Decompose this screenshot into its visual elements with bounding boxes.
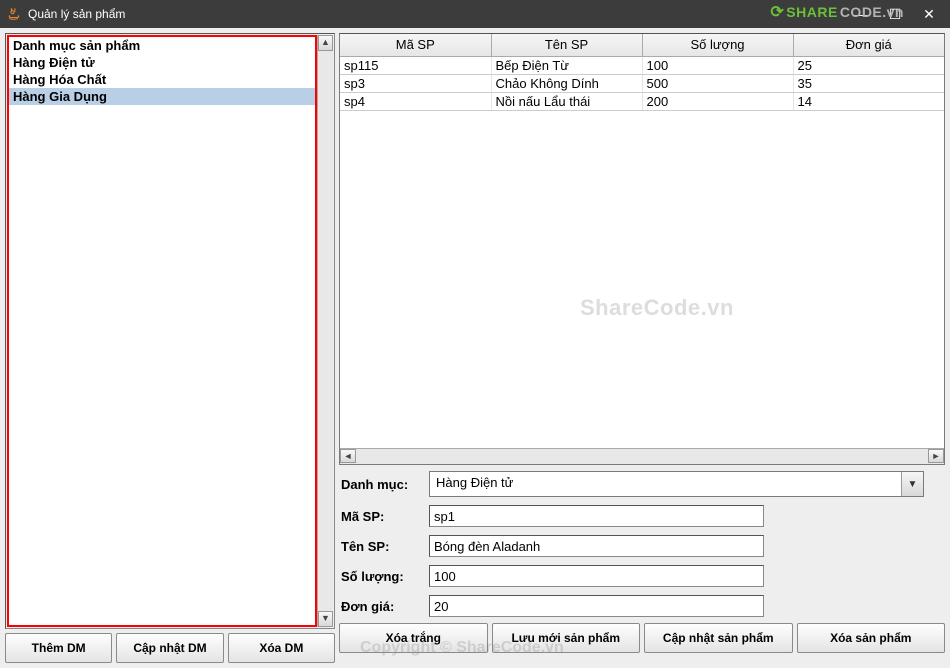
category-scrollbar[interactable]: ▲ ▼ [317, 35, 333, 627]
left-panel: Danh mục sản phẩmHàng Điện tửHàng Hóa Ch… [5, 33, 335, 663]
save-new-product-button[interactable]: Lưu mới sản phẩm [492, 623, 641, 653]
category-combo[interactable]: Hàng Điện tử ▼ [429, 471, 924, 497]
category-list-wrap: Danh mục sản phẩmHàng Điện tửHàng Hóa Ch… [5, 33, 335, 629]
category-item[interactable]: Hàng Hóa Chất [9, 71, 315, 88]
category-buttons: Thêm DM Cập nhật DM Xóa DM [5, 633, 335, 663]
maximize-button[interactable]: ☐ [888, 7, 902, 21]
window-title: Quản lý sản phẩm [28, 7, 854, 21]
table-cell: 14 [793, 92, 944, 110]
category-item[interactable]: Hàng Gia Dụng [9, 88, 315, 105]
scroll-up-icon[interactable]: ▲ [318, 35, 333, 51]
delete-category-button[interactable]: Xóa DM [228, 633, 335, 663]
table-horizontal-scrollbar[interactable]: ◄ ► [340, 448, 944, 464]
name-input[interactable] [429, 535, 764, 557]
right-panel: Mã SPTên SPSố lượngĐơn giá sp115Bếp Điện… [339, 33, 945, 663]
product-table[interactable]: Mã SPTên SPSố lượngĐơn giá sp115Bếp Điện… [340, 34, 944, 111]
table-cell: sp3 [340, 74, 491, 92]
update-category-button[interactable]: Cập nhật DM [116, 633, 223, 663]
titlebar: Quản lý sản phẩm — ☐ ✕ [0, 0, 950, 28]
category-combo-value: Hàng Điện tử [430, 472, 901, 496]
product-form: Danh mục: Hàng Điện tử ▼ Mã SP: Tên SP: … [339, 469, 945, 617]
table-cell: 500 [642, 74, 793, 92]
category-item[interactable]: Hàng Điện tử [9, 54, 315, 71]
table-cell: sp115 [340, 56, 491, 74]
minimize-button[interactable]: — [854, 7, 868, 21]
price-label: Đơn giá: [341, 599, 421, 614]
table-cell: Bếp Điện Từ [491, 56, 642, 74]
category-list[interactable]: Danh mục sản phẩmHàng Điện tửHàng Hóa Ch… [7, 35, 317, 627]
table-row[interactable]: sp115Bếp Điện Từ10025 [340, 56, 944, 74]
product-table-area: Mã SPTên SPSố lượngĐơn giá sp115Bếp Điện… [339, 33, 945, 465]
table-header-cell[interactable]: Mã SP [340, 34, 491, 56]
close-button[interactable]: ✕ [922, 7, 936, 21]
scroll-left-icon[interactable]: ◄ [340, 449, 356, 463]
name-label: Tên SP: [341, 539, 421, 554]
product-buttons: Xóa trắng Lưu mới sản phẩm Cập nhật sản … [339, 623, 945, 653]
window-controls: — ☐ ✕ [854, 7, 944, 21]
table-header-cell[interactable]: Tên SP [491, 34, 642, 56]
code-input[interactable] [429, 505, 764, 527]
table-cell: Chảo Không Dính [491, 74, 642, 92]
table-row[interactable]: sp3Chảo Không Dính50035 [340, 74, 944, 92]
table-cell: 35 [793, 74, 944, 92]
table-header-cell[interactable]: Đơn giá [793, 34, 944, 56]
table-cell: Nồi nấu Lẩu thái [491, 92, 642, 110]
category-item[interactable]: Danh mục sản phẩm [9, 37, 315, 54]
update-product-button[interactable]: Cập nhật sản phẩm [644, 623, 793, 653]
java-icon [6, 6, 22, 22]
table-cell: sp4 [340, 92, 491, 110]
clear-button[interactable]: Xóa trắng [339, 623, 488, 653]
add-category-button[interactable]: Thêm DM [5, 633, 112, 663]
table-cell: 25 [793, 56, 944, 74]
qty-input[interactable] [429, 565, 764, 587]
price-input[interactable] [429, 595, 764, 617]
scroll-down-icon[interactable]: ▼ [318, 611, 333, 627]
chevron-down-icon[interactable]: ▼ [901, 472, 923, 496]
category-label: Danh mục: [341, 477, 421, 492]
table-cell: 200 [642, 92, 793, 110]
code-label: Mã SP: [341, 509, 421, 524]
scroll-right-icon[interactable]: ► [928, 449, 944, 463]
qty-label: Số lượng: [341, 569, 421, 584]
delete-product-button[interactable]: Xóa sản phẩm [797, 623, 946, 653]
table-cell: 100 [642, 56, 793, 74]
table-row[interactable]: sp4Nồi nấu Lẩu thái20014 [340, 92, 944, 110]
table-header-cell[interactable]: Số lượng [642, 34, 793, 56]
